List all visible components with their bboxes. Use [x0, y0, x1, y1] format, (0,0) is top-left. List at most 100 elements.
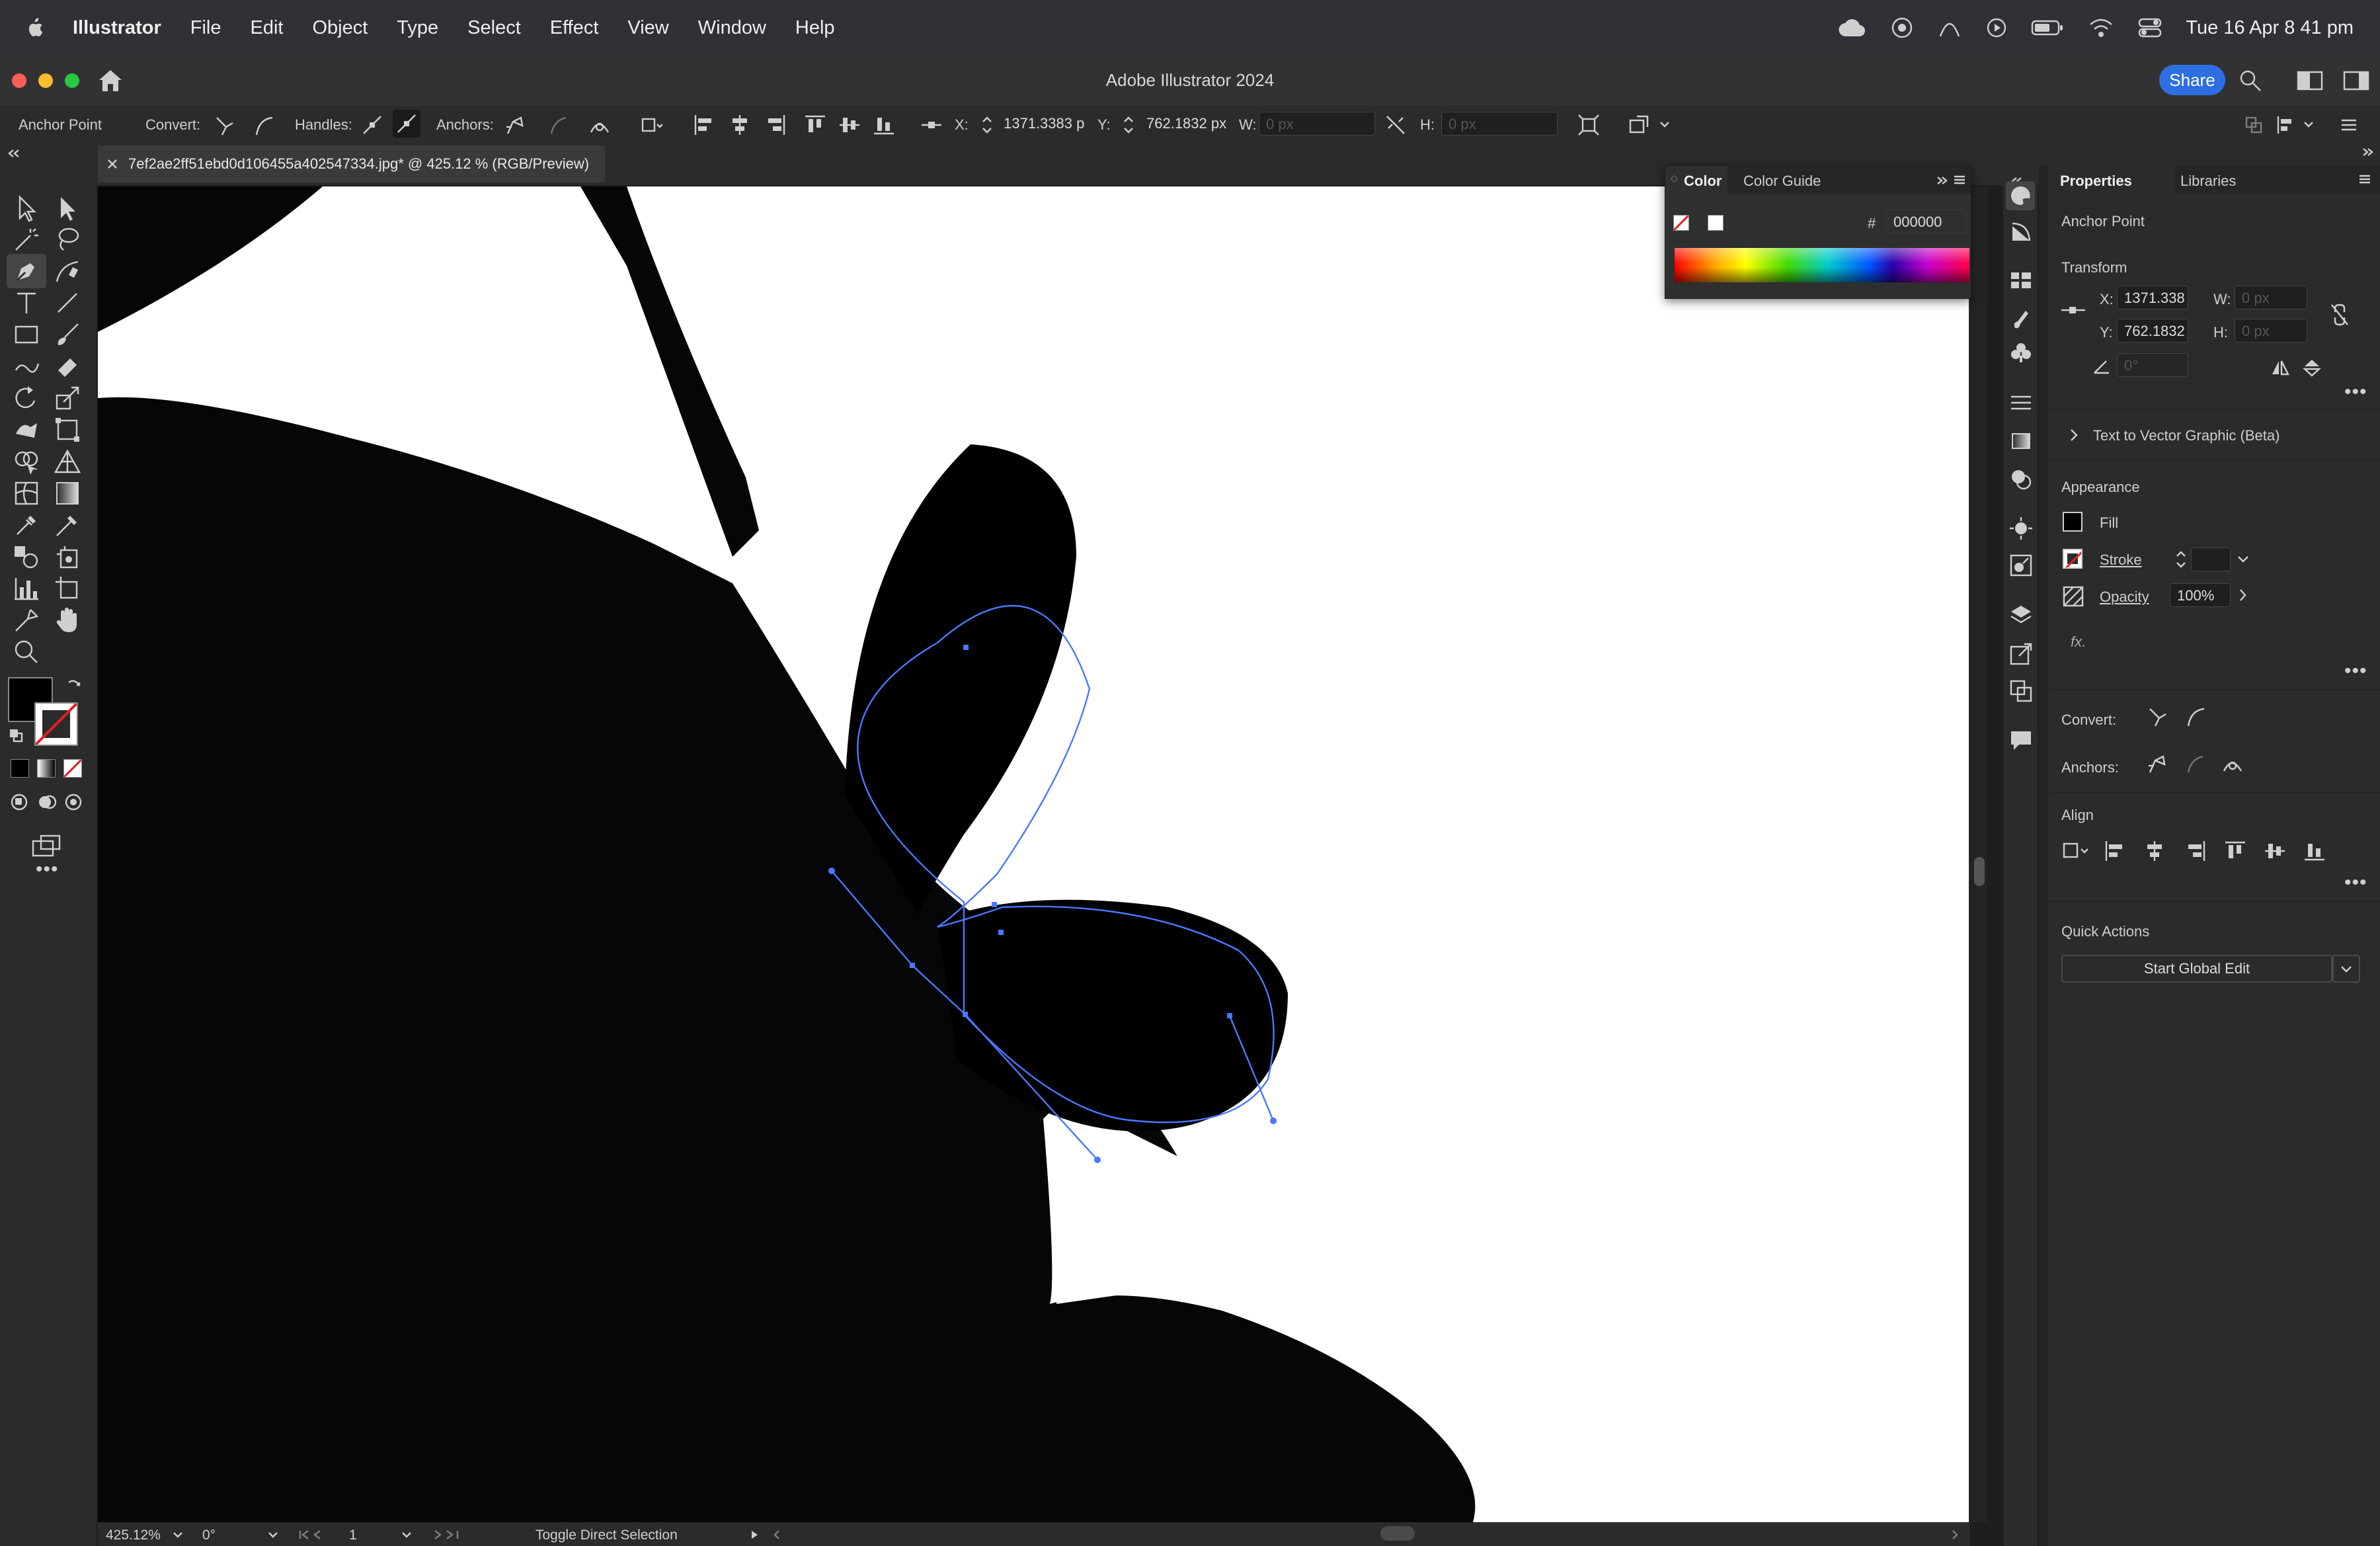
zoom-level[interactable]: 425.12% [106, 1527, 161, 1543]
hex-value-field[interactable]: 000000 [1886, 210, 1967, 233]
appearance-more-options-icon[interactable]: ••• [2344, 660, 2367, 682]
symbols-icon[interactable] [2008, 340, 2034, 365]
props-connect-anchors-icon[interactable] [2221, 753, 2245, 776]
color-none-swatch[interactable] [1673, 215, 1689, 231]
menu-effect[interactable]: Effect [550, 17, 599, 39]
props-align-bottom-icon[interactable] [2303, 840, 2326, 862]
props-cut-path-icon[interactable] [2184, 753, 2208, 776]
anchor-selected[interactable] [963, 1012, 968, 1017]
appearance-panel-icon[interactable] [2008, 516, 2034, 541]
scale-tool-icon[interactable] [52, 382, 83, 414]
expand-chevron-icon[interactable] [2068, 427, 2080, 443]
search-icon[interactable] [2239, 69, 2262, 93]
control-y-field[interactable]: 762.1832 px [1140, 112, 1228, 136]
opacity-label[interactable]: Opacity [2100, 589, 2149, 606]
color-spectrum[interactable] [1675, 248, 1969, 282]
anchor-lower-right[interactable] [1227, 1013, 1232, 1018]
wifi-icon[interactable] [2088, 18, 2114, 38]
lasso-tool-icon[interactable] [52, 224, 83, 255]
reference-point-icon[interactable] [920, 114, 943, 136]
pen-tool-button[interactable] [7, 254, 46, 288]
horizontal-scrollbar-thumb[interactable] [1380, 1526, 1415, 1541]
stroke-weight-stepper-icon[interactable] [2174, 548, 2188, 571]
rectangle-tool-icon[interactable] [11, 319, 42, 350]
slice-tool-icon[interactable] [11, 604, 42, 636]
control-h-field[interactable]: 0 px [1441, 112, 1558, 136]
convert-smooth-icon[interactable] [253, 114, 275, 136]
paintbrush-tool-icon[interactable] [52, 319, 83, 350]
artboard-number[interactable]: 1 [349, 1527, 357, 1543]
flip-horizontal-icon[interactable] [2270, 358, 2290, 377]
default-fill-stroke-icon[interactable] [8, 727, 24, 743]
workspace-switcher-icon[interactable] [2343, 70, 2369, 91]
rotation-chevron-icon[interactable] [267, 1529, 279, 1541]
remove-anchor-icon[interactable] [504, 114, 526, 136]
x-stepper-icon[interactable] [980, 114, 994, 136]
appearance-fill-swatch[interactable] [2063, 512, 2082, 532]
warp-tool-icon[interactable] [11, 414, 42, 446]
shape-builder-tool-icon[interactable] [11, 446, 42, 477]
layers-icon[interactable] [2008, 603, 2034, 628]
props-align-left-icon[interactable] [2104, 840, 2126, 862]
status-circle-icon[interactable] [1891, 17, 1913, 39]
gradient-panel-icon[interactable] [2008, 428, 2034, 454]
arrange-documents-icon[interactable] [2297, 70, 2323, 91]
fill-label[interactable]: Fill [2100, 514, 2118, 532]
anchor-join[interactable] [998, 930, 1004, 935]
selection-tool-icon[interactable] [11, 192, 42, 224]
document-tab[interactable]: 7ef2ae2ff51ebd0d106455a402547334.jpg* @ … [98, 145, 606, 183]
anchor-top[interactable] [963, 645, 969, 650]
connect-anchors-icon[interactable] [588, 114, 611, 136]
align-to-icon[interactable] [640, 114, 662, 136]
menu-edit[interactable]: Edit [250, 17, 283, 39]
align-horizontal-center-icon[interactable] [729, 114, 751, 136]
opacity-icon[interactable] [2063, 586, 2084, 607]
constrain-wh-icon[interactable] [2330, 303, 2350, 327]
expand-panel-icon[interactable] [1935, 175, 1948, 186]
close-tab-icon[interactable] [106, 157, 119, 171]
fx-button[interactable]: fx. [2071, 633, 2086, 651]
collapse-properties-icon[interactable] [2361, 147, 2375, 157]
share-button[interactable]: Share [2159, 65, 2225, 95]
align-right-icon[interactable] [764, 114, 787, 136]
appearance-stroke-swatch[interactable] [2063, 549, 2082, 569]
color-tab[interactable]: ◇ Color [1665, 166, 1727, 194]
transform-more-options-icon[interactable]: ••• [2344, 381, 2367, 403]
align-more-options-icon[interactable]: ••• [2344, 872, 2367, 894]
rotate-tool-icon[interactable] [11, 382, 42, 414]
show-handles-icon[interactable] [361, 114, 383, 136]
transform-options-icon[interactable] [1628, 114, 1650, 136]
free-transform-tool-icon[interactable] [52, 414, 83, 446]
control-x-field[interactable]: 1371.3383 p [997, 112, 1088, 136]
none-mode-button[interactable] [63, 759, 82, 778]
libraries-tab[interactable]: Libraries [2180, 173, 2236, 190]
play-circle-icon[interactable] [1986, 17, 2007, 38]
props-align-hcenter-icon[interactable] [2143, 840, 2166, 862]
color-white-swatch[interactable] [1708, 215, 1724, 231]
props-align-top-icon[interactable] [2224, 840, 2246, 862]
color-panel-menu-icon[interactable] [1952, 174, 1967, 186]
curvature-tool-icon[interactable] [52, 255, 83, 287]
brushes-icon[interactable] [2008, 305, 2034, 331]
transform-w-field[interactable]: 0 px [2235, 286, 2307, 309]
column-graph-tool-icon[interactable] [11, 573, 42, 604]
menu-select[interactable]: Select [467, 17, 521, 39]
transform-options-chevron-icon[interactable] [1658, 114, 1671, 136]
isolate-icon[interactable] [1577, 114, 1600, 136]
direct-selection-tool-icon[interactable] [52, 192, 83, 224]
rotate-angle-field[interactable]: 0° [2117, 353, 2188, 377]
hand-tool-icon[interactable] [52, 604, 83, 636]
transform-h-field[interactable]: 0 px [2235, 319, 2307, 343]
app-name-menu[interactable]: Illustrator [73, 17, 161, 39]
props-remove-anchor-icon[interactable] [2146, 753, 2170, 776]
color-mode-button[interactable] [11, 759, 29, 778]
eraser-tool-icon[interactable] [52, 350, 83, 382]
constrain-proportions-icon[interactable] [1384, 114, 1407, 136]
color-guide-tab[interactable]: Color Guide [1743, 173, 1821, 190]
status-menu-arrow-icon[interactable] [748, 1529, 760, 1541]
opacity-chevron-icon[interactable] [2233, 586, 2253, 604]
vertical-scrollbar[interactable] [1971, 186, 1987, 1522]
clock[interactable]: Tue 16 Apr 8 41 pm [2186, 17, 2354, 39]
handle-point-bottom[interactable] [1094, 1157, 1101, 1163]
stroke-panel-icon[interactable] [2008, 390, 2034, 415]
